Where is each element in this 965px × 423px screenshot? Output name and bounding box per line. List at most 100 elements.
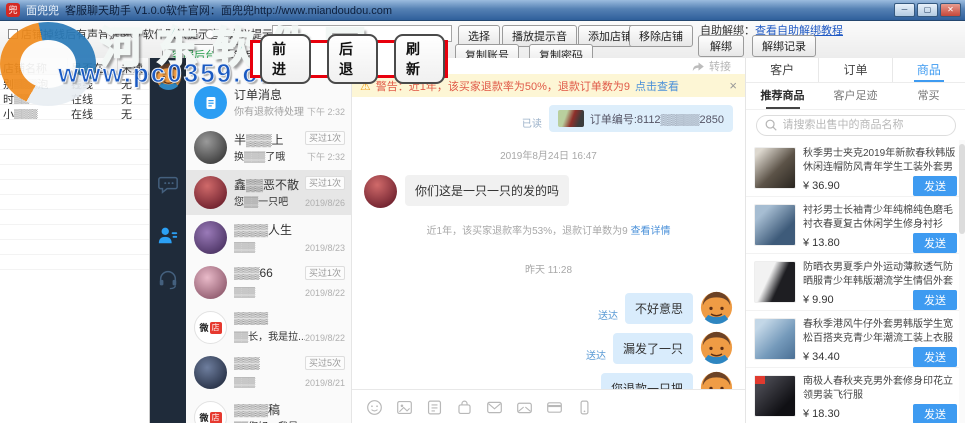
radio-icon[interactable] [205,29,215,39]
product-title: 春秋季港风牛仔外套男韩版学生宽松百搭夹克青少年潮流工装上衣服 [803,319,953,344]
minimize-button[interactable]: ─ [894,3,915,17]
conversation-name: 半▒▒▒上 [234,133,284,147]
send-product-button[interactable]: 发送 [913,404,957,423]
outgoing-message-row: 送达 不好意思 [364,291,733,324]
unbind-button[interactable]: 解绑 [698,35,744,57]
warning-close-icon[interactable]: × [729,78,737,93]
chat-tab-icon[interactable] [157,174,179,196]
store-row-empty [0,165,149,180]
contact-avatar [194,176,227,209]
store-table-header: 店铺名称 是否在线 未读 [0,58,149,91]
conversation-preview: ▒▒▒ [234,377,256,388]
support-tab-icon[interactable] [157,268,179,290]
store-name: 时▒▒ [3,94,30,104]
product-item[interactable]: 防晒衣男夏季户外运动薄款透气防晒服青少年韩版潮流学生情侣外套 ¥ 9.90 发送 [746,254,965,311]
conversation-item[interactable]: 订单消息 你有退款待处理 下午 2:32 [186,80,351,125]
contacts-tab-icon[interactable] [157,224,179,246]
agent-avatar[interactable] [155,63,182,90]
image-icon[interactable] [396,399,413,416]
product-title: 衬衫男士长袖青少年纯棉纯色磨毛衬衣春夏复古休闲学生修身衬衫 [803,205,953,230]
conversation-preview: ▒▒▒ [234,242,256,253]
close-button[interactable]: ✕ [940,3,961,17]
product-thumbnail [754,147,796,189]
send-product-button[interactable]: 发送 [913,347,957,367]
store-row-empty [0,180,149,195]
forward-button[interactable]: 前进 [260,34,311,84]
customer-avatar[interactable] [364,175,397,208]
col-online: 是否在线 [68,58,118,91]
conversation-time: 下午 2:32 [306,107,345,117]
contact-avatar [194,131,227,164]
transfer-link[interactable]: 转接 [709,58,731,74]
contact-avatar [194,221,227,254]
remove-shop-button[interactable]: 移除店铺 [629,25,693,47]
agent-message-avatar [700,291,733,324]
subtab-footprints[interactable]: 客户足迹 [819,83,892,109]
product-title: 南极人春秋夹克男外套修身印花立领男装飞行服 [803,376,953,401]
main-area: 店铺名称 是否在线 未读 别▒▒▒泡 在线 无 时▒▒ 在线 无 小▒▒▒ 在线… [0,58,965,423]
send-product-button[interactable]: 发送 [913,176,957,196]
agent-message-avatar [700,371,733,389]
file-icon[interactable] [426,399,443,416]
weidian-avatar: 微店 [194,311,227,344]
envelope-icon[interactable] [486,399,503,416]
back-button[interactable]: 后退 [327,34,378,84]
read-status: 已读 [521,119,542,130]
conversation-time: 下午 2:32 [306,152,345,162]
send-product-button[interactable]: 发送 [913,290,957,310]
right-panel-tabs: 客户 订单 商品 [746,58,965,83]
conversation-item[interactable]: ▒▒▒ ▒▒▒ 买过5次 2019/8/21 [186,350,351,395]
conversation-item[interactable]: 半▒▒▒上 换▒▒▒了哦 买过1次 下午 2:32 [186,125,351,170]
scrollbar-track [959,140,965,423]
unbind-log-button[interactable]: 解绑记录 [752,35,816,57]
conversation-preview: 你有退款待处理 [234,107,304,118]
store-row-empty [0,255,149,270]
tab-orders[interactable]: 订单 [818,58,891,82]
conversation-item[interactable]: ▒▒▒66 ▒▒▒ 买过1次 2019/8/22 [186,260,351,305]
scrollbar-thumb[interactable] [959,144,965,234]
view-details-link[interactable]: 查看详情 [630,226,670,237]
radio-selected-icon[interactable] [130,29,140,39]
product-thumbnail [754,261,796,303]
tab-customer[interactable]: 客户 [746,58,818,82]
conversation-time: 2019/8/23 [304,243,345,253]
purchase-badge: 买过1次 [304,266,345,280]
phone-icon[interactable] [576,399,593,416]
product-search-input[interactable] [755,114,956,136]
emoji-icon[interactable] [366,399,383,416]
product-search-row [746,110,965,140]
maximize-button[interactable]: ▢ [917,3,938,17]
conversation-item[interactable]: 微店 ▒▒▒▒稿 ▒▒您好，我是... 2019/8/20 [186,395,351,423]
product-item[interactable]: 春秋季港风牛仔外套男韩版学生宽松百搭夹克青少年潮流工装上衣服 ¥ 34.40 发… [746,311,965,368]
store-row[interactable]: 小▒▒▒ 在线 无 [0,105,149,120]
tab-products[interactable]: 商品 [891,58,965,82]
card-icon[interactable] [546,399,563,416]
weidian-avatar: 微店 [194,401,227,423]
subtab-frequent[interactable]: 常买 [892,83,965,109]
product-item[interactable]: 衬衫男士长袖青少年纯棉纯色磨毛衬衣春夏复古休闲学生修身衬衫 ¥ 13.80 发送 [746,197,965,254]
checkbox-icon[interactable] [8,29,18,39]
system-text: 近1年，该买家退款率为53%，退款订单数为9 [426,226,628,237]
incoming-bubble: 你们这是一只一只的发的吗 [405,175,570,206]
sound-alert-label: 店铺掉线后有声音提醒 [21,29,131,41]
order-card-bubble[interactable]: 订单编号:8112▒▒▒▒▒2850 [548,105,733,132]
chat-input-toolbar [352,389,745,423]
subtab-recommended[interactable]: 推荐商品 [746,83,819,109]
warning-view-link[interactable]: 点击查看 [635,78,679,94]
store-row[interactable]: 时▒▒ 在线 无 [0,90,149,105]
product-item[interactable]: 秋季男士夹克2019年新款春秋韩版休闲连帽防风青年学生工装外套男 ¥ 36.90… [746,140,965,197]
product-item[interactable]: 南极人春秋夹克男外套修身印花立领男装飞行服 ¥ 18.30 发送 [746,368,965,423]
conversation-item[interactable]: ▒▒▒▒人生 ▒▒▒ 2019/8/23 [186,215,351,260]
sound-alert-checkbox[interactable]: 店铺掉线后有声音提醒 [8,26,131,42]
store-row[interactable]: 别▒▒▒泡 在线 无 [0,75,149,90]
store-row-empty [0,135,149,150]
refresh-button[interactable]: 刷新 [394,34,445,84]
system-refund-notice: 近1年，该买家退款率为53%，退款订单数为9 查看详情 [364,222,733,237]
bag-icon[interactable] [456,399,473,416]
conversation-item[interactable]: 微店 ▒▒▒▒ ▒▒长，我是拉... 2019/8/22 [186,305,351,350]
send-product-button[interactable]: 发送 [913,233,957,253]
conversation-name: ▒▒▒▒稿 [234,403,281,417]
mail-open-icon[interactable] [516,399,533,416]
conversation-item-selected[interactable]: 鑫▒▒恶不散 您▒▒一只吧 买过1次 2019/8/26 [186,170,351,215]
transfer-icon [692,61,704,71]
